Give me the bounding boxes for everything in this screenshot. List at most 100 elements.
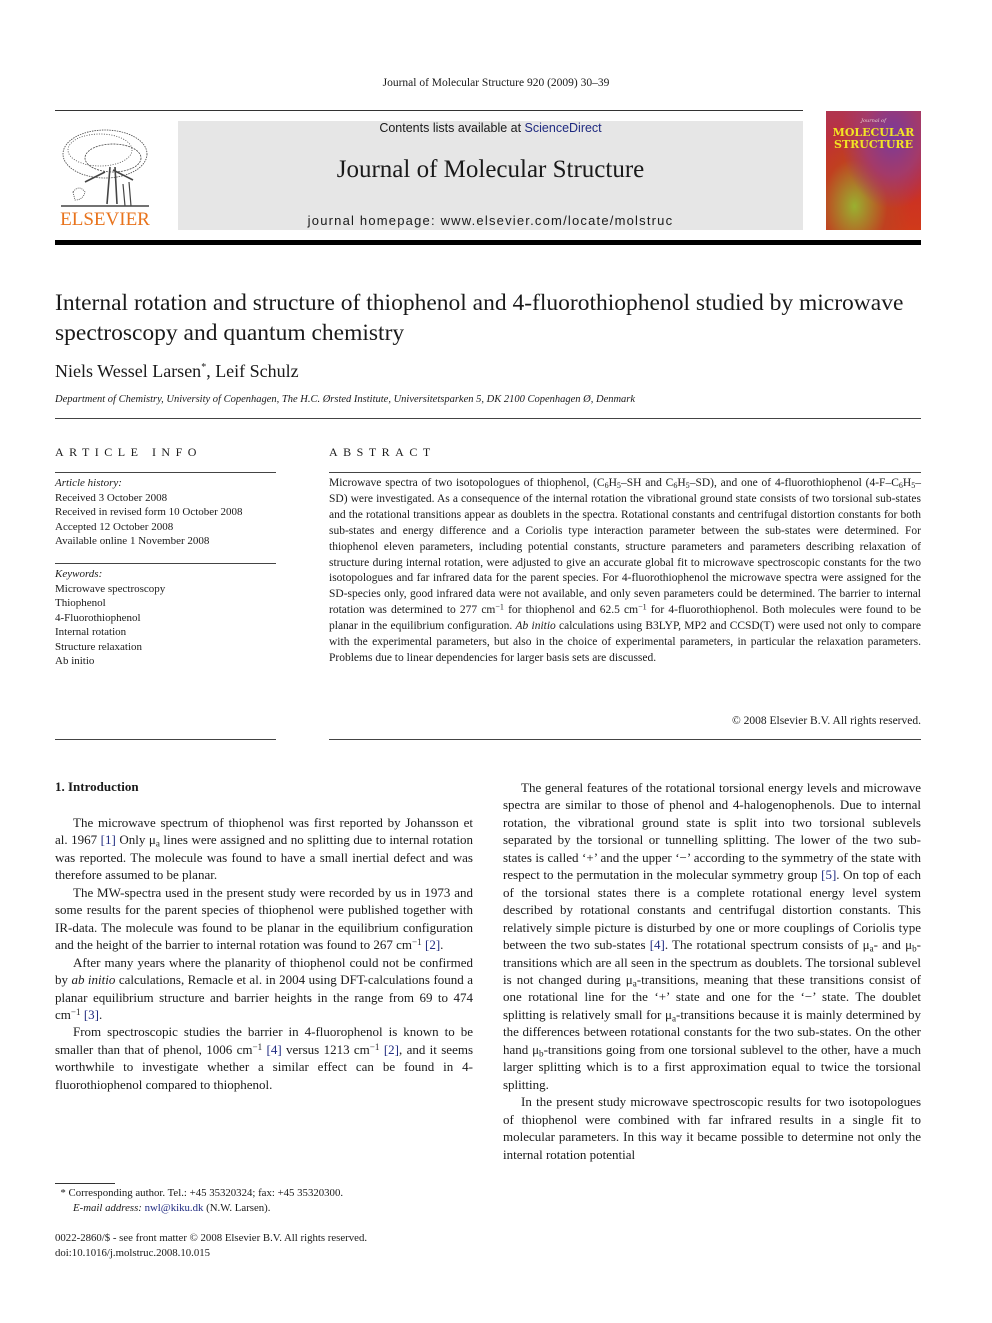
text-run: Corresponding author. Tel.: +45 35320324…: [65, 1187, 344, 1199]
keyword-item: Microwave spectroscopy: [55, 582, 166, 595]
text-run: H: [902, 477, 912, 489]
citation-link[interactable]: [4]: [650, 937, 665, 952]
text-run: [84, 166, 134, 205]
text-run: .: [440, 937, 444, 953]
issn-doi-block: 0022-2860/$ - see front matter © 2008 El…: [55, 1231, 367, 1260]
text-run: E-mail address:: [73, 1201, 142, 1214]
citation-link[interactable]: [4]: [267, 1042, 282, 1057]
doi-link[interactable]: doi:10.1016/j.molstruc.2008.10.015: [55, 1246, 367, 1261]
abstract-bottom-divider: [329, 739, 921, 740]
article-info-bottom-divider: [55, 739, 276, 740]
text-run: −1: [70, 1006, 81, 1017]
paragraph: After many years where the planarity of …: [55, 954, 473, 1024]
keyword-item: Thiophenol: [55, 597, 106, 609]
text-run: -transitions going from one torsional su…: [503, 1041, 921, 1092]
body-column-right: The general features of the rotational t…: [503, 779, 921, 1163]
history-online: Available online 1 November 2008: [55, 535, 210, 547]
author-schulz: , Leif Schulz: [206, 361, 299, 381]
keyword-item: Ab initio: [55, 655, 95, 667]
abstract-heading: ABSTRACT: [329, 445, 436, 459]
text-run: –SH and C: [620, 477, 674, 489]
text-run: –SD), and one of 4-fluorothiophenol (4-F…: [689, 477, 899, 489]
citation-link[interactable]: [1]: [101, 832, 116, 847]
issn-line: 0022-2860/$ - see front matter © 2008 El…: [55, 1232, 368, 1244]
text-run: for thiophenol and 62.5 cm: [503, 604, 639, 617]
article-history-label: Article history:: [55, 477, 122, 489]
history-accepted: Accepted 12 October 2008: [55, 520, 174, 533]
text-run: [62, 129, 148, 179]
keywords: Keywords: Microwave spectroscopy Thiophe…: [55, 567, 165, 669]
cover-title-line2: STRUCTURE: [834, 138, 913, 151]
keyword-item: 4-Fluorothiophenol: [55, 611, 141, 624]
article-info-heading: ARTICLE INFO: [55, 445, 202, 459]
abstract-copyright: © 2008 Elsevier B.V. All rights reserved…: [732, 715, 921, 727]
cover-journal-of: Journal of: [861, 118, 886, 124]
text-run: The MW-spectra used in the present study…: [55, 884, 473, 953]
contents-line: Contents lists available at ScienceDirec…: [178, 121, 803, 135]
section-heading-introduction: 1. Introduction: [55, 779, 139, 794]
text-run: Ab initio: [515, 620, 556, 633]
text-run: [67, 133, 133, 167]
article-history: Article history: Received 3 October 2008…: [55, 476, 243, 549]
text-run: Only μ: [115, 832, 156, 848]
masthead-bottom-rule: [55, 240, 921, 245]
journal-title[interactable]: Journal of Molecular Structure: [178, 156, 803, 184]
paragraph: From spectroscopic studies the barrier i…: [55, 1023, 473, 1093]
text-run: –SD) were investigated. As a consequence…: [329, 477, 921, 617]
keywords-divider: [55, 563, 276, 564]
text-run: −1: [495, 602, 504, 612]
article-title: Internal rotation and structure of thiop…: [55, 290, 904, 346]
affiliation: Department of Chemistry, University of C…: [55, 394, 636, 405]
cover-title: MOLECULAR STRUCTURE: [826, 127, 921, 151]
corresponding-author-note: * Corresponding author. Tel.: +45 353203…: [55, 1186, 343, 1201]
paragraph: In the present study microwave spectrosc…: [503, 1094, 921, 1162]
paragraph: The general features of the rotational t…: [503, 779, 921, 1093]
elsevier-wordmark[interactable]: ELSEVIER: [55, 209, 155, 231]
history-revised: Received in revised form 10 October 2008: [55, 506, 243, 518]
keyword-item: Structure relaxation: [55, 640, 143, 653]
text-run: [72, 187, 86, 201]
text-run: −1: [412, 937, 422, 948]
contents-prefix: Contents lists available at: [379, 121, 525, 135]
text-run: H: [608, 477, 617, 489]
email-link[interactable]: nwl@kiku.dk: [145, 1202, 204, 1214]
text-run: .: [99, 1006, 103, 1022]
keyword-item: Internal rotation: [55, 626, 127, 638]
author-larsen[interactable]: Niels Wessel Larsen: [55, 361, 201, 381]
text-run: calculations, Remacle et al. in 2004 usi…: [55, 972, 474, 1022]
running-head: Journal of Molecular Structure 920 (2009…: [382, 77, 610, 89]
sciencedirect-link[interactable]: ScienceDirect: [525, 121, 602, 135]
text-run: - and μ: [873, 937, 913, 953]
abstract-body: Microwave spectra of two isotopologues o…: [329, 476, 921, 667]
citation-link[interactable]: [2]: [425, 937, 440, 952]
citation-link[interactable]: [5]: [821, 867, 836, 882]
text-run: [61, 129, 149, 207]
article-info-divider: [55, 472, 276, 473]
paragraph: The microwave spectrum of thiophenol was…: [55, 814, 473, 884]
history-received: Received 3 October 2008: [55, 491, 168, 504]
text-run: ab initio: [71, 972, 116, 988]
journal-homepage-link[interactable]: journal homepage: www.elsevier.com/locat…: [178, 213, 803, 228]
paragraph: The MW-spectra used in the present study…: [55, 884, 473, 954]
masthead-top-rule: [55, 110, 803, 111]
text-run: [84, 143, 142, 173]
footnotes: * Corresponding author. Tel.: +45 353203…: [55, 1186, 343, 1215]
text-run: −1: [638, 602, 647, 612]
author-list: Niels Wessel Larsen*, Leif Schulz: [55, 361, 299, 382]
text-run: versus 1213 cm: [281, 1041, 370, 1057]
abstract-divider: [329, 472, 921, 473]
citation-link[interactable]: [2]: [384, 1042, 399, 1057]
keywords-label: Keywords:: [55, 568, 103, 580]
text-run: Microwave spectra of two isotopologues o…: [329, 477, 605, 489]
text-run: H: [677, 477, 686, 489]
body-column-left: The microwave spectrum of thiophenol was…: [55, 814, 473, 1093]
text-run: −1: [369, 1041, 380, 1052]
title-divider: [55, 418, 921, 419]
footnote-rule: [55, 1183, 115, 1184]
text-run: −1: [252, 1041, 263, 1052]
text-run: (N.W. Larsen).: [203, 1201, 271, 1214]
email-note: E-mail address: nwl@kiku.dk (N.W. Larsen…: [55, 1201, 343, 1216]
citation-link[interactable]: [3]: [84, 1007, 99, 1022]
text-run: [122, 181, 132, 207]
text-run: . The rotational spectrum consists of μ: [664, 937, 870, 953]
